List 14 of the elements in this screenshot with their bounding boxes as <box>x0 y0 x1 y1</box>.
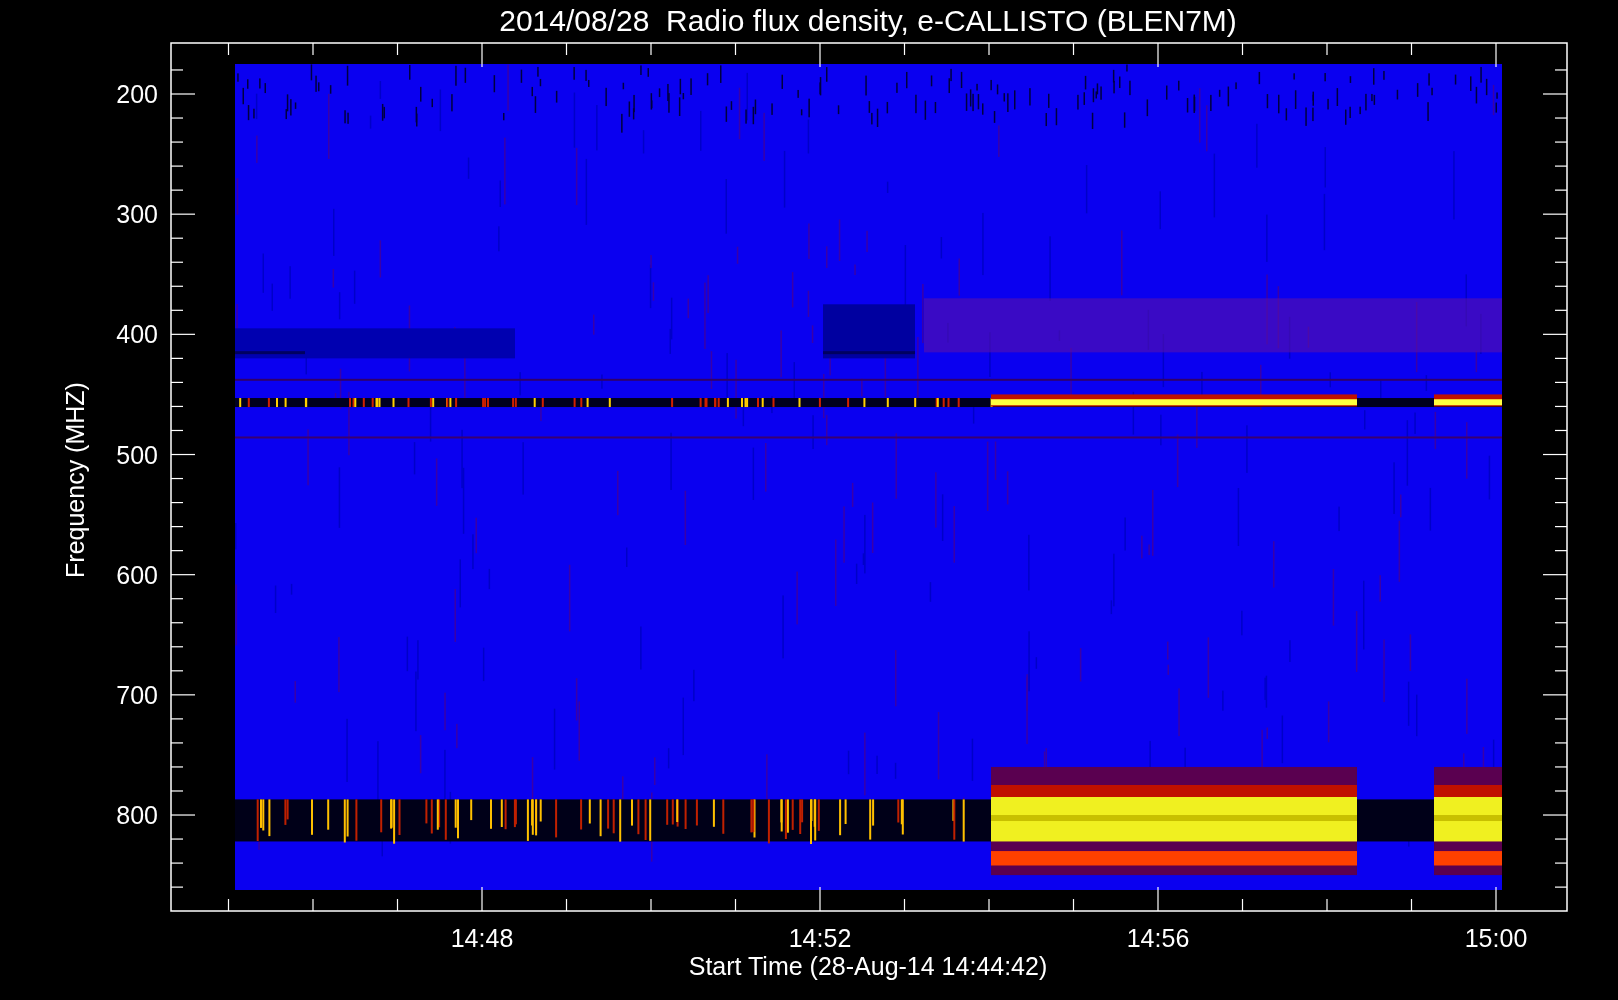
y-axis-label: Frequency (MHZ) <box>61 382 89 578</box>
y-tick-label: 800 <box>116 801 158 829</box>
x-tick-label: 14:56 <box>1126 924 1190 952</box>
x-tick-label: 15:00 <box>1464 924 1528 952</box>
x-axis-label: Start Time (28-Aug-14 14:44:42) <box>688 952 1048 980</box>
y-tick-label: 700 <box>116 680 158 709</box>
y-tick-label: 600 <box>116 560 158 589</box>
y-tick-label: 300 <box>116 200 158 229</box>
y-tick-label: 500 <box>116 440 158 469</box>
y-tick-label: 400 <box>116 320 158 349</box>
x-tick-label: 14:48 <box>450 924 514 952</box>
y-tick-label: 200 <box>116 80 158 108</box>
x-tick-label: 14:52 <box>788 924 852 952</box>
chart-title: 2014/08/28 Radio flux density, e-CALLISTO (BLEN7M) <box>499 4 1237 37</box>
